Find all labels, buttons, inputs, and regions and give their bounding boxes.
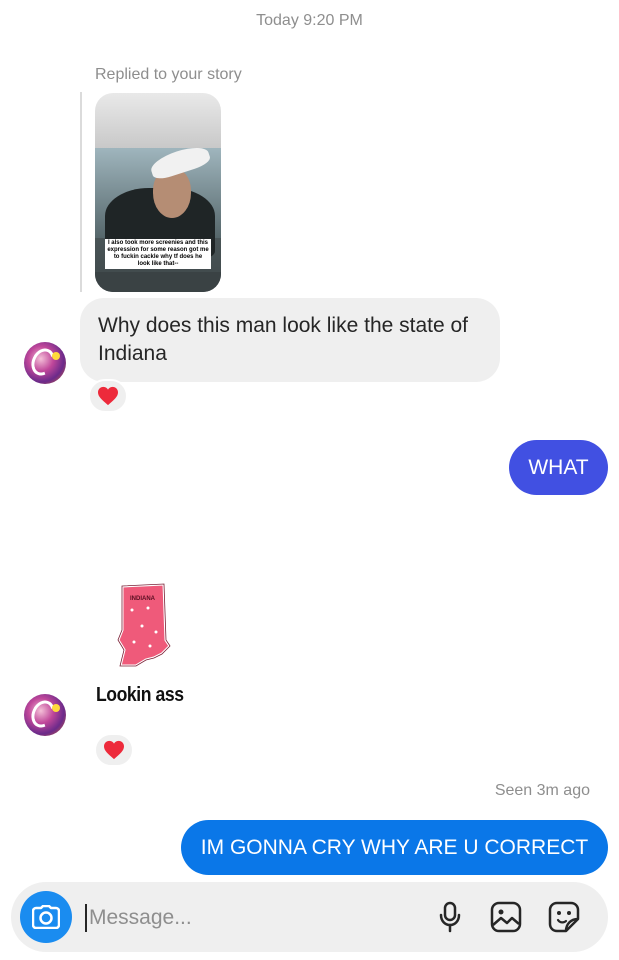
message-timestamp: Today 9:20 PM <box>256 12 363 29</box>
incoming-message[interactable]: Why does this man look like the state of… <box>80 298 500 382</box>
message-composer <box>11 882 608 952</box>
dm-thread: Today 9:20 PM Replied to your story I al… <box>0 0 619 960</box>
camera-button[interactable] <box>20 891 72 943</box>
gallery-icon <box>490 901 522 933</box>
microphone-button[interactable] <box>433 900 467 934</box>
heart-icon <box>98 386 118 406</box>
reaction-badge[interactable] <box>94 733 134 767</box>
message-input[interactable] <box>85 904 405 932</box>
story-caption: I also took more screenies and this expr… <box>105 239 211 269</box>
sticker-map-label: INDIANA <box>130 596 156 602</box>
story-bottom-strip <box>95 272 221 292</box>
outgoing-message[interactable]: IM GONNA CRY WHY ARE U CORRECT <box>181 820 608 875</box>
reply-indicator-bar <box>80 92 82 292</box>
story-reply-label: Replied to your story <box>95 66 242 83</box>
avatar[interactable] <box>24 342 66 384</box>
outgoing-message[interactable]: WHAT <box>509 440 608 495</box>
avatar[interactable] <box>24 694 66 736</box>
heart-icon <box>104 740 124 760</box>
sticker-button[interactable] <box>547 900 581 934</box>
camera-icon <box>32 905 60 929</box>
reaction-badge[interactable] <box>88 379 128 413</box>
seen-status: Seen 3m ago <box>494 782 590 799</box>
sticker-caption: Lookin ass <box>96 684 184 706</box>
sticker-icon <box>548 901 580 933</box>
indiana-map-sticker[interactable]: INDIANA <box>112 580 174 672</box>
gallery-button[interactable] <box>489 900 523 934</box>
story-thumbnail[interactable]: I also took more screenies and this expr… <box>95 93 221 292</box>
microphone-icon <box>439 901 461 933</box>
